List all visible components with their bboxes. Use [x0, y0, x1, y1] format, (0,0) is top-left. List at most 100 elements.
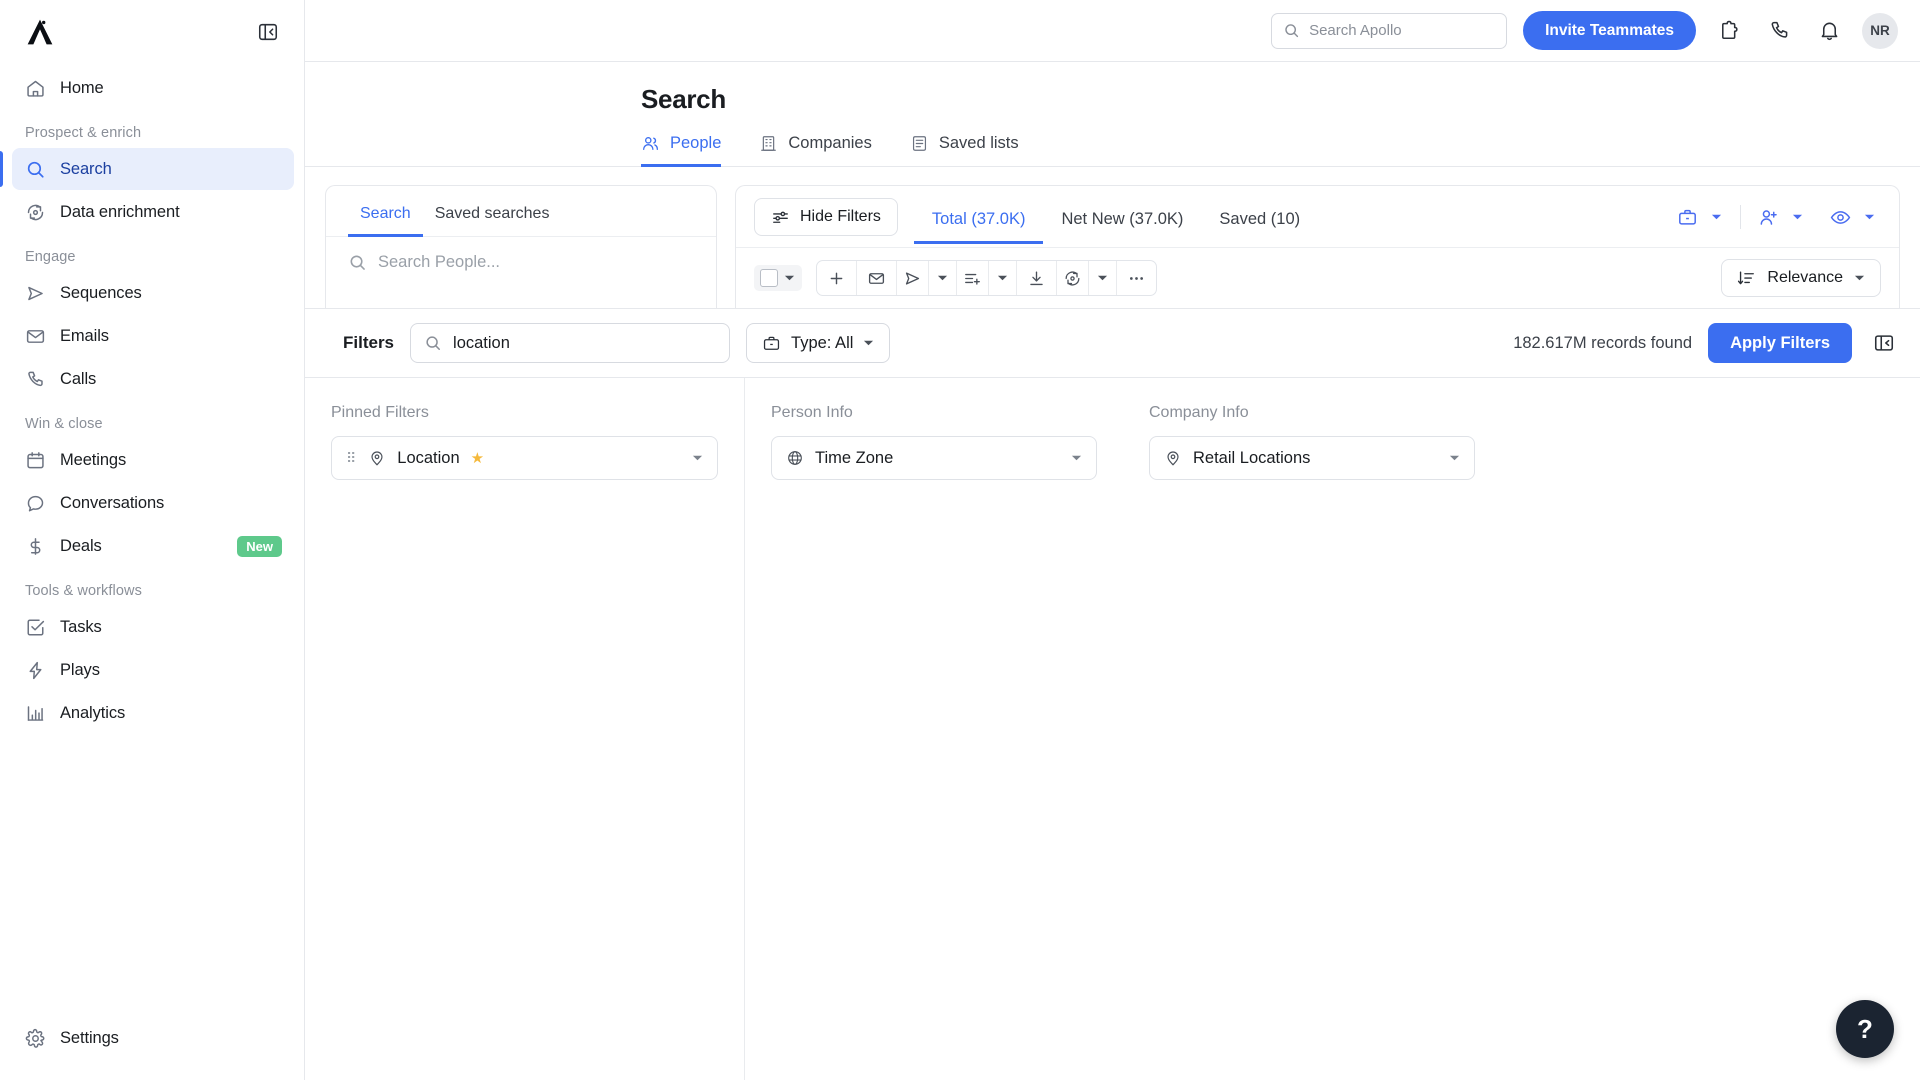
sidebar-item-plays[interactable]: Plays [12, 649, 294, 691]
filters-label: Filters [343, 333, 395, 352]
sidebar-item-search[interactable]: Search [0, 148, 294, 190]
sidebar-item-conversations[interactable]: Conversations [12, 482, 294, 524]
invite-teammates-button[interactable]: Invite Teammates [1523, 11, 1696, 50]
chevron-down-icon[interactable] [989, 261, 1017, 295]
sidebar-item-sequences[interactable]: Sequences [12, 272, 294, 314]
filter-retail-locations[interactable]: Retail Locations [1149, 436, 1475, 480]
tab-label: Saved lists [938, 134, 1019, 152]
bell-notification-icon[interactable] [1812, 14, 1846, 48]
tab-saved-searches[interactable]: Saved searches [423, 201, 562, 237]
people-search-field[interactable] [326, 237, 716, 290]
filter-location[interactable]: ⠿ Location ★ [331, 436, 718, 480]
segment-saved[interactable]: Saved (10) [1201, 204, 1318, 244]
chevron-down-icon[interactable] [784, 274, 795, 282]
sidebar-item-home[interactable]: Home [12, 67, 294, 109]
filter-columns: Pinned Filters ⠿ Location ★ Person Info … [305, 377, 1920, 1080]
phone-icon[interactable] [1762, 14, 1796, 48]
select-all-checkbox[interactable] [760, 269, 778, 287]
calendar-icon [24, 449, 46, 471]
results-panel: Hide Filters Total (37.0K) Net New (37.0… [735, 185, 1900, 308]
tab-companies[interactable]: Companies [759, 134, 872, 167]
hide-filters-label: Hide Filters [800, 208, 881, 225]
sidebar-collapse-icon[interactable] [254, 18, 282, 46]
dollar-icon [24, 535, 46, 557]
results-toolbar-secondary: Relevance [736, 248, 1899, 308]
chevron-down-icon [1071, 454, 1082, 462]
chevron-down-icon[interactable] [1785, 202, 1809, 232]
sort-relevance-button[interactable]: Relevance [1721, 259, 1881, 297]
plus-icon[interactable] [817, 261, 857, 295]
apollo-logo [22, 17, 58, 47]
help-button[interactable]: ? [1836, 1000, 1894, 1058]
sidebar-item-settings[interactable]: Settings [12, 1017, 294, 1059]
more-options-icon[interactable] [1117, 261, 1156, 295]
avatar[interactable]: NR [1862, 12, 1898, 49]
search-people-input[interactable] [378, 253, 694, 272]
search-input[interactable] [1309, 22, 1496, 39]
add-person-icon[interactable] [1753, 202, 1783, 232]
filter-label: Location [397, 448, 460, 467]
chevron-down-icon[interactable] [1089, 261, 1117, 295]
send-icon [24, 282, 46, 304]
chevron-down-icon[interactable] [1857, 202, 1881, 232]
filter-search-field[interactable] [410, 323, 731, 363]
main-area: Invite Teammates NR Search [305, 0, 1920, 1080]
bulk-actions-group [816, 260, 1157, 296]
building-icon [759, 134, 778, 153]
search-icon [24, 158, 46, 180]
page-tabs: People Companies Saved lists [305, 115, 1920, 167]
filter-type-dropdown[interactable]: Type: All [746, 323, 891, 363]
chevron-down-icon[interactable] [929, 261, 957, 295]
mail-icon[interactable] [857, 261, 897, 295]
filter-search-input[interactable] [453, 333, 717, 353]
results-toolbar-primary: Hide Filters Total (37.0K) Net New (37.0… [736, 186, 1899, 248]
sidebar-item-deals[interactable]: Deals New [12, 525, 294, 567]
top-header-bar: Invite Teammates NR [305, 0, 1920, 62]
hide-filters-button[interactable]: Hide Filters [754, 198, 898, 236]
sidebar-item-calls[interactable]: Calls [12, 358, 294, 400]
sidebar-item-tasks[interactable]: Tasks [12, 606, 294, 648]
segment-net-new[interactable]: Net New (37.0K) [1043, 204, 1201, 244]
sidebar-item-label: Data enrichment [60, 202, 180, 221]
sidebar: Home Prospect & enrich Search Data enric… [0, 0, 305, 1080]
tab-people[interactable]: People [641, 134, 722, 167]
filter-label: Retail Locations [1193, 448, 1311, 467]
filter-column-title: Company Info [1149, 404, 1249, 421]
briefcase-icon[interactable] [1672, 202, 1702, 232]
sidebar-group-label: Prospect & enrich [25, 125, 142, 141]
eye-icon[interactable] [1825, 202, 1855, 232]
send-icon[interactable] [897, 261, 929, 295]
filter-type-label: Type: All [791, 333, 854, 352]
select-all-control[interactable] [754, 265, 802, 291]
briefcase-icon [762, 334, 781, 353]
home-icon [24, 77, 46, 99]
chevron-down-icon [1449, 454, 1460, 462]
apply-filters-button[interactable]: Apply Filters [1708, 323, 1852, 363]
drag-handle-icon[interactable]: ⠿ [346, 451, 357, 465]
filter-label: Time Zone [815, 448, 894, 467]
search-icon [424, 334, 442, 352]
gear-icon [24, 1027, 46, 1049]
filters-panel-collapse-icon[interactable] [1868, 327, 1900, 359]
filter-column-person-info: Person Info Time Zone [745, 378, 1123, 1080]
download-icon[interactable] [1017, 261, 1057, 295]
filter-time-zone[interactable]: Time Zone [771, 436, 1097, 480]
sidebar-item-label: Tasks [60, 617, 102, 636]
global-search[interactable] [1271, 12, 1508, 49]
sidebar-item-data-enrichment[interactable]: Data enrichment [12, 191, 294, 233]
sidebar-item-analytics[interactable]: Analytics [12, 692, 294, 734]
records-found-count: 182.617M records found [1513, 333, 1693, 352]
tab-search[interactable]: Search [348, 201, 423, 237]
chevron-down-icon[interactable] [1704, 202, 1728, 232]
results-toolbar-right-icons [1672, 202, 1881, 232]
tab-saved-lists[interactable]: Saved lists [910, 134, 1019, 167]
sidebar-footer: Settings [0, 1016, 304, 1080]
refresh-data-icon[interactable] [1057, 261, 1089, 295]
segment-total[interactable]: Total (37.0K) [913, 204, 1044, 244]
puzzle-extension-icon[interactable] [1712, 14, 1746, 48]
pin-star-icon[interactable]: ★ [471, 449, 484, 467]
sidebar-item-emails[interactable]: Emails [12, 315, 294, 357]
sidebar-item-meetings[interactable]: Meetings [12, 439, 294, 481]
add-to-list-icon[interactable] [957, 261, 989, 295]
sidebar-group-label: Engage [25, 249, 76, 265]
